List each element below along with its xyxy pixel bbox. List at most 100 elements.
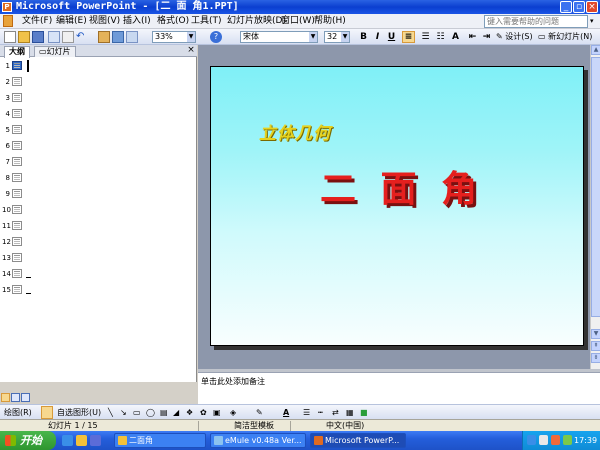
outline-row[interactable]: 11 <box>0 220 60 232</box>
decrease-indent-button[interactable]: ⇤ <box>466 31 479 43</box>
scroll-up-icon[interactable]: ▲ <box>591 45 600 55</box>
new-document-icon[interactable] <box>4 31 16 43</box>
taskbar-item-emule[interactable]: eMule v0.48a Ver... <box>210 433 306 448</box>
scroll-thumb[interactable] <box>591 57 600 317</box>
dash-style-icon[interactable]: ┅ <box>318 406 323 419</box>
outline-row[interactable]: 7 <box>0 156 60 168</box>
draw-menu-button[interactable]: 绘图(R) <box>4 406 32 419</box>
taskbar-item-powerpoint[interactable]: Microsoft PowerP... <box>310 433 406 448</box>
document-icon[interactable] <box>3 15 13 27</box>
open-folder-icon[interactable] <box>18 31 30 43</box>
network-icon[interactable] <box>527 435 536 445</box>
menu-view[interactable]: 视图(V) <box>89 15 120 28</box>
rectangle-icon[interactable]: ▭ <box>133 406 141 419</box>
vertical-scrollbar[interactable]: ▲ ▼ ⇞ ⇟ <box>590 45 600 369</box>
picture-icon[interactable]: ▣ <box>213 406 221 419</box>
outline-row[interactable]: 8 <box>0 172 60 184</box>
outline-row[interactable]: 10 <box>0 204 60 216</box>
chevron-down-icon[interactable]: ▾ <box>590 16 598 27</box>
numbering-button[interactable]: ☰ <box>419 31 432 43</box>
ie-icon[interactable] <box>62 435 73 446</box>
tab-slides[interactable]: ▭幻灯片 <box>34 46 76 57</box>
slide-subtitle[interactable]: 立体几何 <box>259 119 331 144</box>
autoshapes-button[interactable]: 自选图形(U) <box>57 406 101 419</box>
security-icon[interactable] <box>551 435 560 445</box>
menu-insert[interactable]: 插入(I) <box>123 15 151 28</box>
outline-row[interactable]: 3 <box>0 92 60 104</box>
insert-table-icon[interactable] <box>112 31 124 43</box>
help-icon[interactable]: ? <box>210 31 222 43</box>
normal-view-icon[interactable] <box>1 393 10 402</box>
new-slide-button[interactable]: ▭ 新幻灯片(N) <box>538 31 592 43</box>
media-player-icon[interactable] <box>90 435 101 446</box>
bullets-button[interactable]: ☷ <box>434 31 447 43</box>
start-button[interactable]: 开始 <box>0 431 56 450</box>
menu-tools[interactable]: 工具(T) <box>191 15 222 28</box>
tray-app-icon[interactable] <box>563 435 572 445</box>
font-size-select[interactable]: 32 ▼ <box>324 31 350 43</box>
insert-chart-icon[interactable] <box>98 31 110 43</box>
color-grayscale-icon[interactable] <box>126 31 138 43</box>
outline-row[interactable]: 1 <box>0 60 60 72</box>
previous-slide-icon[interactable]: ⇞ <box>591 341 600 351</box>
minimize-button[interactable]: _ <box>560 1 572 13</box>
slide-sorter-icon[interactable] <box>11 393 20 402</box>
underline-button[interactable]: U <box>385 31 398 43</box>
zoom-select[interactable]: 33% ▼ <box>152 31 196 43</box>
wordart-icon[interactable]: ◢ <box>173 406 179 419</box>
undo-icon[interactable]: ↶ <box>76 31 88 43</box>
tab-outline[interactable]: 大纲 <box>4 46 30 58</box>
3d-style-icon[interactable]: ■ <box>360 406 368 419</box>
outline-row[interactable]: 12 <box>0 236 60 248</box>
diagram-icon[interactable]: ❖ <box>186 406 193 419</box>
close-button[interactable]: × <box>586 1 598 13</box>
bold-button[interactable]: B <box>357 31 370 43</box>
line-color-icon[interactable]: ✎ <box>256 406 263 419</box>
outline-row[interactable]: 14 <box>0 268 60 280</box>
line-icon[interactable]: ╲ <box>108 406 113 419</box>
menu-edit[interactable]: 编辑(E) <box>56 15 87 28</box>
outline-row[interactable]: 13 <box>0 252 60 264</box>
select-objects-icon[interactable] <box>41 406 53 419</box>
outline-row[interactable]: 6 <box>0 140 60 152</box>
italic-button[interactable]: I <box>371 31 384 43</box>
maximize-button[interactable]: ▫ <box>573 1 585 13</box>
arrow-icon[interactable]: ↘ <box>120 406 127 419</box>
outline-row[interactable]: 5 <box>0 124 60 136</box>
taskbar-item-folder[interactable]: 二面角 <box>114 433 206 448</box>
menu-window[interactable]: 窗口(W) <box>281 15 315 28</box>
increase-font-button[interactable]: A <box>449 31 462 43</box>
print-icon[interactable] <box>62 31 74 43</box>
oval-icon[interactable]: ◯ <box>146 406 155 419</box>
close-pane-icon[interactable]: × <box>186 45 196 56</box>
slideshow-icon[interactable] <box>21 393 30 402</box>
notes-pane[interactable]: 单击此处添加备注 <box>198 372 600 404</box>
menu-format[interactable]: 格式(O) <box>157 15 189 28</box>
clipart-icon[interactable]: ✿ <box>200 406 207 419</box>
menu-help[interactable]: 帮助(H) <box>314 15 346 28</box>
menu-slideshow[interactable]: 幻灯片放映(D) <box>227 15 286 28</box>
textbox-icon[interactable]: ▤ <box>160 406 168 419</box>
slide-title[interactable]: 二 面 角 <box>320 160 483 212</box>
shadow-style-icon[interactable]: ▦ <box>346 406 354 419</box>
outline-row[interactable]: 15 <box>0 284 60 296</box>
font-name-select[interactable]: 宋体 ▼ <box>240 31 318 43</box>
next-slide-icon[interactable]: ⇟ <box>591 353 600 363</box>
line-style-icon[interactable]: ☰ <box>303 406 310 419</box>
help-search-input[interactable]: 键入需要帮助的问题 <box>484 15 588 28</box>
increase-indent-button[interactable]: ⇥ <box>480 31 493 43</box>
align-left-button[interactable]: ≡ <box>402 31 415 43</box>
menu-file[interactable]: 文件(F) <box>22 15 52 28</box>
arrow-style-icon[interactable]: ⇄ <box>332 406 339 419</box>
design-button[interactable]: ✎ 设计(S) <box>496 31 533 43</box>
permission-icon[interactable] <box>48 31 60 43</box>
fill-color-icon[interactable]: ◈ <box>230 406 236 419</box>
font-color-icon[interactable]: A <box>283 406 289 419</box>
outline-row[interactable]: 4 <box>0 108 60 120</box>
volume-icon[interactable] <box>539 435 548 445</box>
outline-row[interactable]: 9 <box>0 188 60 200</box>
scroll-down-icon[interactable]: ▼ <box>591 329 600 339</box>
outline-row[interactable]: 2 <box>0 76 60 88</box>
save-icon[interactable] <box>32 31 44 43</box>
folder-icon[interactable] <box>76 435 87 446</box>
